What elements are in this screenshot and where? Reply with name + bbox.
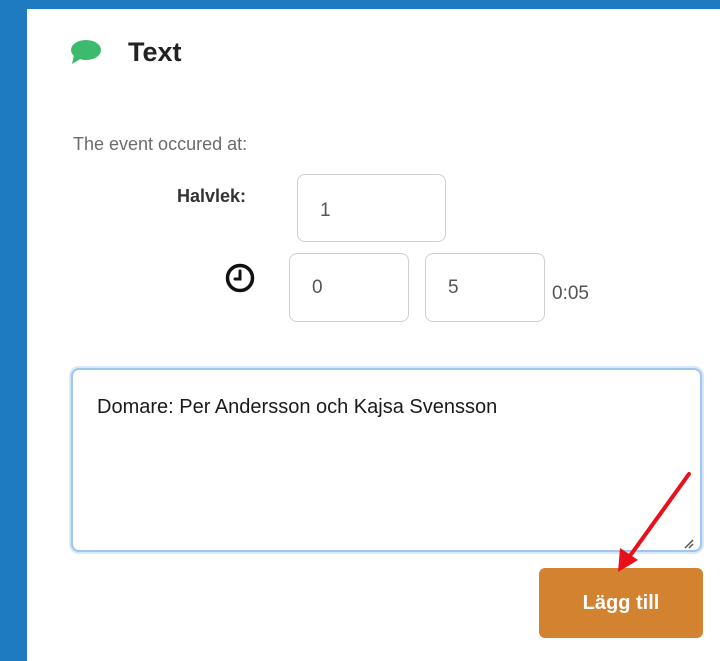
clock-icon: [224, 262, 256, 294]
add-button[interactable]: Lägg till: [539, 568, 703, 638]
minutes-input[interactable]: 0: [289, 253, 409, 322]
seconds-input[interactable]: 5: [425, 253, 545, 322]
comment-text: Domare: Per Andersson och Kajsa Svensson: [97, 396, 498, 418]
time-display: 0:05: [552, 283, 589, 304]
halvlek-label: Halvlek:: [177, 186, 247, 206]
chat-bubble-icon: [70, 38, 102, 66]
event-time-label: The event occured at:: [73, 134, 248, 154]
resize-grip-icon[interactable]: [682, 532, 694, 549]
panel-title: Text: [128, 36, 182, 67]
halvlek-input[interactable]: 1: [297, 174, 446, 242]
panel-header: Text: [70, 34, 182, 70]
event-panel: [27, 9, 720, 661]
comment-textarea[interactable]: Domare: Per Andersson och Kajsa Svensson: [71, 368, 702, 552]
